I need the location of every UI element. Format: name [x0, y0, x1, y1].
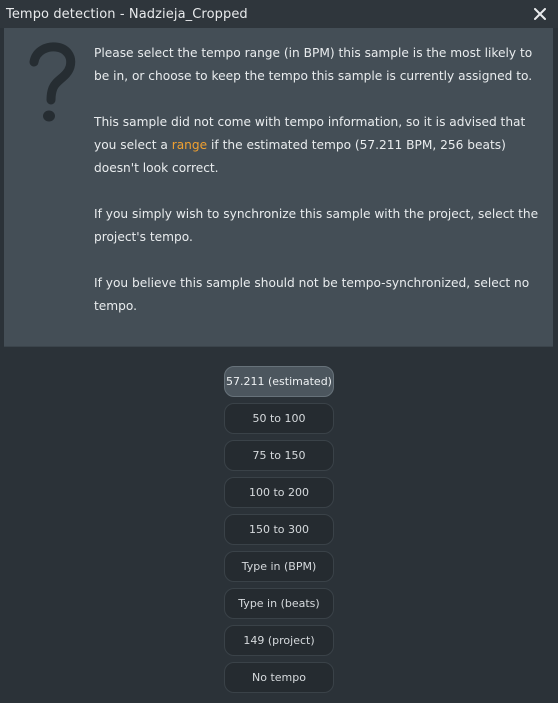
message-panel: Please select the tempo range (in BPM) t…: [4, 28, 553, 347]
tempo-options: 57.211 (estimated) 50 to 100 75 to 150 1…: [224, 366, 334, 699]
title-bar[interactable]: Tempo detection - Nadzieja_Cropped: [0, 0, 558, 28]
no-tempo-button[interactable]: No tempo: [224, 662, 334, 693]
question-mark-icon: [29, 42, 76, 122]
range-100-200-button[interactable]: 100 to 200: [224, 477, 334, 508]
window-title: Tempo detection - Nadzieja_Cropped: [6, 6, 248, 22]
project-tempo-button[interactable]: 149 (project): [224, 625, 334, 656]
message-paragraph-sync: If you simply wish to synchronize this s…: [94, 207, 539, 244]
estimated-tempo-button[interactable]: 57.211 (estimated): [224, 366, 334, 397]
message-paragraph-no-tempo: If you believe this sample should not be…: [94, 276, 530, 313]
range-link[interactable]: range: [172, 138, 207, 152]
message-text: Please select the tempo range (in BPM) t…: [94, 42, 546, 341]
close-button[interactable]: [530, 4, 550, 24]
range-50-100-button[interactable]: 50 to 100: [224, 403, 334, 434]
range-75-150-button[interactable]: 75 to 150: [224, 440, 334, 471]
range-150-300-button[interactable]: 150 to 300: [224, 514, 334, 545]
type-in-bpm-button[interactable]: Type in (BPM): [224, 551, 334, 582]
message-paragraph-intro: Please select the tempo range (in BPM) t…: [94, 46, 533, 83]
tempo-detection-dialog: Tempo detection - Nadzieja_Cropped Pleas…: [0, 0, 558, 703]
message-paragraph-advice: This sample did not come with tempo info…: [94, 111, 546, 180]
close-x-icon: [534, 8, 546, 20]
type-in-beats-button[interactable]: Type in (beats): [224, 588, 334, 619]
